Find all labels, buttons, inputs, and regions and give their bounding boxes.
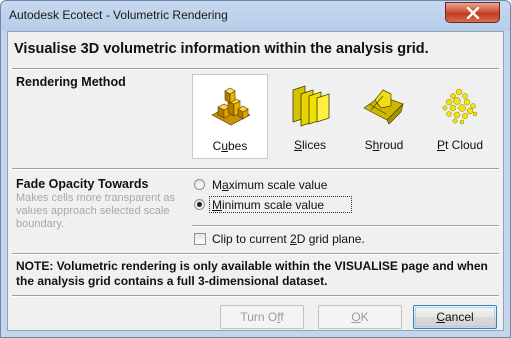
radio-selected-dot [197, 202, 202, 207]
shroud-icon [363, 89, 404, 125]
dialog-body: Visualise 3D volumetric information with… [7, 31, 504, 331]
point-cloud-icon [442, 88, 478, 125]
fade-opacity-label: Fade Opacity Towards [16, 177, 149, 191]
radio-minimum-label: Minimum scale value [212, 198, 325, 212]
fade-opacity-description: Makes cells more transparent as values a… [16, 192, 175, 230]
slices-icon [292, 85, 330, 127]
checkbox[interactable] [194, 233, 206, 245]
method-cubes-label: Cubes [212, 139, 248, 153]
method-shroud-button[interactable]: Shroud [346, 74, 422, 159]
method-point-cloud-label: Pt Cloud [436, 138, 484, 152]
turn-off-button[interactable]: Turn Off [220, 305, 304, 329]
method-slices-button[interactable]: Slices [272, 74, 348, 159]
radio-maximum-label: Maximum scale value [212, 178, 328, 192]
method-slices-label: Slices [293, 138, 327, 152]
clip-label: Clip to current 2D grid plane. [212, 232, 365, 246]
method-shroud-label: Shroud [364, 138, 404, 152]
divider [192, 225, 499, 227]
volumetric-note: NOTE: Volumetric rendering is only avail… [16, 259, 488, 288]
method-point-cloud-button[interactable]: Pt Cloud [422, 74, 498, 159]
divider [12, 68, 499, 70]
rendering-method-label: Rendering Method [16, 75, 126, 89]
cancel-button[interactable]: Cancel [413, 305, 497, 329]
close-button[interactable] [445, 2, 500, 23]
close-icon [466, 7, 480, 19]
divider [12, 253, 499, 255]
dialog-window: Autodesk Ecotect - Volumetric Rendering … [0, 0, 511, 338]
title-bar[interactable]: Autodesk Ecotect - Volumetric Rendering [1, 1, 510, 31]
cubes-icon [211, 87, 251, 126]
dialog-heading: Visualise 3D volumetric information with… [14, 41, 429, 57]
divider [12, 295, 499, 297]
radio-button[interactable] [194, 199, 205, 210]
divider [12, 168, 499, 170]
ok-button[interactable]: OK [318, 305, 402, 329]
window-title: Autodesk Ecotect - Volumetric Rendering [9, 8, 228, 22]
radio-button[interactable] [194, 179, 205, 190]
method-cubes-button[interactable]: Cubes [192, 74, 268, 159]
